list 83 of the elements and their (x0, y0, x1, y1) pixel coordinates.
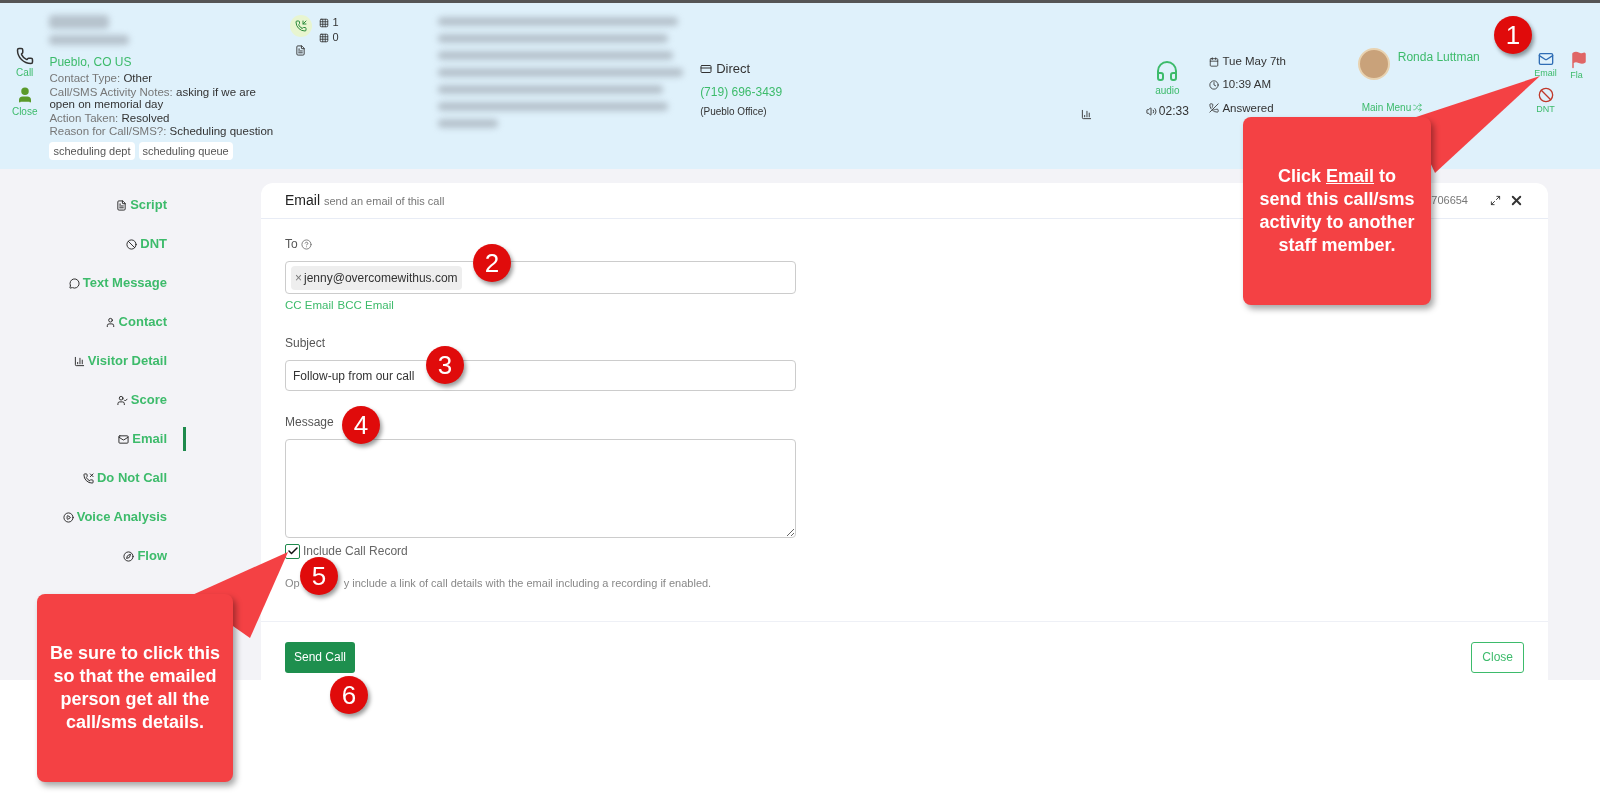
detail-line: Contact Type: Other (49, 72, 154, 85)
dnt-action[interactable]: DNT (1536, 86, 1555, 116)
panel-title: Email send an email of this call (285, 191, 445, 210)
call-action[interactable]: Call (15, 47, 34, 80)
field-label: To (285, 236, 298, 253)
flow-icon (123, 550, 135, 562)
callout-text: Be sure to click this so that the emailed person get all the call/sms details. (48, 642, 222, 734)
blurred-text (438, 119, 499, 128)
count-text: 1 (332, 15, 339, 30)
flag-action[interactable]: Fla (1570, 3, 1600, 83)
email-action[interactable]: Email (1534, 51, 1557, 81)
record-id: 706654 (1431, 193, 1468, 209)
clock-icon (1209, 79, 1220, 90)
phone-number-link[interactable]: (719) 696-3439 (700, 82, 1081, 101)
calendar-icon (1209, 56, 1220, 67)
close-icon[interactable] (1509, 193, 1524, 208)
speaker-icon (1145, 105, 1157, 117)
sidebar-tab[interactable]: Email (118, 427, 186, 451)
help-icon (300, 238, 312, 250)
grid-icon (319, 17, 330, 28)
sidebar-tab[interactable]: Visitor Detail (73, 349, 186, 373)
location-link[interactable]: Pueblo, CO US (49, 53, 282, 71)
recipient-address: jenny@overcomewithus.com (304, 269, 458, 287)
script-icon (116, 199, 128, 211)
message-field[interactable] (285, 439, 796, 539)
voice-icon (62, 511, 74, 523)
bar-chart-icon (1080, 109, 1092, 120)
close-button[interactable]: Close (1471, 641, 1524, 673)
source-title: Direct (716, 60, 751, 78)
tag: scheduling queue (138, 141, 233, 160)
email-icon (118, 433, 130, 445)
cc-link[interactable]: BCC Email (337, 297, 394, 315)
grid-icon (319, 32, 330, 43)
donotcall-icon (82, 472, 94, 484)
flag-icon (1570, 51, 1589, 69)
call-status: Answered (1222, 100, 1274, 116)
incoming-call-icon (289, 15, 312, 37)
sidebar-tab[interactable]: Contact (104, 310, 186, 334)
sidebar-tab[interactable]: Voice Analysis (62, 505, 186, 529)
tag: scheduling dept (49, 141, 135, 160)
text-icon (68, 277, 80, 289)
detail-line: Reason for Call/SMS?: Scheduling question (49, 125, 275, 138)
expand-icon[interactable] (1490, 195, 1501, 206)
send-button[interactable]: Send Call (285, 641, 356, 673)
step-marker: 6 (330, 676, 368, 714)
field-label: Message (285, 414, 334, 432)
dnt-icon (126, 238, 138, 250)
sidebar-tab[interactable]: Script (116, 193, 186, 217)
detail-line: Action Taken: Resolved (49, 111, 171, 124)
main-menu-link[interactable]: Main Menu (1361, 100, 1412, 115)
headphones-icon (1155, 59, 1180, 83)
contact-icon (104, 316, 116, 328)
blurred-text (49, 15, 110, 29)
agent-name: Ronda Luttman (1397, 49, 1480, 66)
prohibited-icon (1537, 86, 1554, 103)
office-label: (Pueblo Office) (700, 104, 768, 119)
count-text: 0 (332, 30, 339, 45)
remove-mark[interactable]: × (295, 268, 302, 287)
sidebar-tab[interactable]: DNT (126, 232, 186, 256)
shuffle-icon (1413, 103, 1423, 112)
field-label: Subject (285, 335, 326, 353)
phone-icon (15, 47, 34, 65)
call-time: 10:39 AM (1222, 77, 1271, 93)
audio-label: audio (1155, 84, 1180, 98)
help-text: y include a link of call details with the email including a recording if enabled. (343, 576, 712, 592)
document-icon (295, 45, 307, 56)
call-date: Tue May 7th (1222, 54, 1286, 69)
score-icon (116, 394, 128, 406)
cc-link[interactable]: CC Email (285, 297, 334, 315)
callout-text: Click Email to send this call/sms activity to another staff member. (1258, 165, 1416, 257)
id-card-icon (700, 62, 713, 75)
detail-line: Call/SMS Activity Notes: asking if we are open on memorial day (49, 85, 257, 111)
envelope-icon (1537, 51, 1554, 67)
close-action[interactable]: Close (11, 86, 38, 119)
call-duration: 02:33 (1158, 103, 1189, 120)
help-text: Op (285, 576, 300, 592)
sidebar-tab[interactable]: Score (116, 388, 186, 412)
avatar (1357, 48, 1390, 80)
sidebar-tab[interactable]: Do Not Call (82, 466, 186, 490)
sidebar-tab[interactable]: Flow (123, 544, 186, 568)
hangup-icon (1209, 103, 1220, 114)
sidebar-tab[interactable]: Text Message (68, 271, 186, 295)
visitor-icon (73, 355, 85, 367)
